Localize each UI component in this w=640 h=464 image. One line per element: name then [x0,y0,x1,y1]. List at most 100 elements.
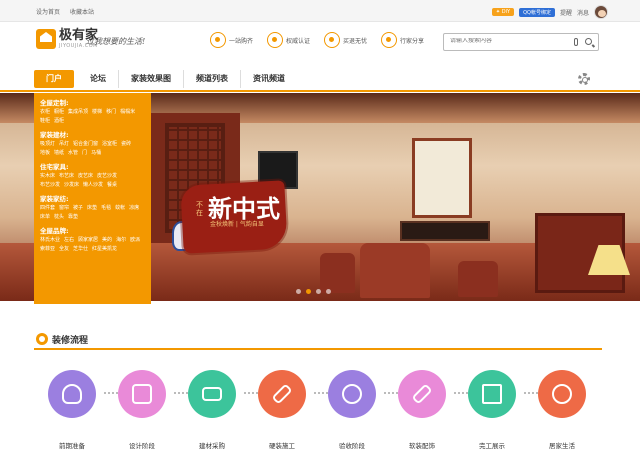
search-input[interactable] [450,38,570,44]
category-link[interactable]: 全友 [59,245,69,254]
qq-bind-button[interactable]: QQ帐号绑定 [519,7,555,17]
step-soft-decor[interactable]: 软装配饰 [394,370,450,450]
category-link[interactable]: 马桶 [91,149,101,158]
category-link[interactable]: 地板 [40,149,50,158]
step-design[interactable]: 设计阶段 [114,370,170,450]
category-link[interactable]: 林氏木业 [40,236,60,245]
category-link[interactable]: 瓷砖 [121,140,131,149]
category-link[interactable]: 门 [82,149,87,158]
feature-label: 一站购齐 [229,37,254,45]
nav-item-renderings[interactable]: 家装效果图 [119,70,184,88]
category-link[interactable]: 橱柜 [54,108,64,117]
category-link[interactable]: 窗帘 [59,204,69,213]
set-homepage-link[interactable]: 设为首页 [36,9,60,16]
category-title[interactable]: 全屋定制: [40,97,145,107]
feature-one-stop[interactable]: 一站购齐 [210,32,253,48]
category-link[interactable]: 榻榻米 [120,108,135,117]
search-icon[interactable] [585,38,592,45]
step-construction[interactable]: 硬装施工 [254,370,310,450]
nav-item-portal[interactable]: 门户 [34,70,74,88]
category-link[interactable]: 索菲亚 [40,245,55,254]
main-nav: 门户 论坛 家装效果图 频道列表 资讯频道 [0,66,640,92]
category-link[interactable]: 水管 [68,149,78,158]
category-link[interactable]: 被子 [73,204,83,213]
category-group: 住宅家具: 实木床 布艺床 皮艺床 皮艺沙发布艺沙发 沙发床 懒人沙发 餐桌 [40,161,145,190]
category-link[interactable]: 床单 [40,213,50,222]
step-label: 硬装施工 [269,442,295,450]
category-link[interactable]: 红星美凯龙 [92,245,117,254]
step-home-life[interactable]: 居家生活 [534,370,590,450]
category-link[interactable]: 懒人沙发 [83,181,103,190]
category-link[interactable]: 海尔 [116,236,126,245]
nav-items: 门户 论坛 家装效果图 频道列表 资讯频道 [34,70,297,88]
feature-worry-free[interactable]: 买退无忧 [324,32,367,48]
step-prep[interactable]: 前期准备 [44,370,100,450]
category-title[interactable]: 全屋品牌: [40,225,145,235]
category-link[interactable]: 布艺床 [59,172,74,181]
step-label: 验收阶段 [339,442,365,450]
category-link[interactable]: 移门 [106,108,116,117]
category-link[interactable]: 楼梯 [92,108,102,117]
process-section-header: 装修流程 [34,330,602,350]
microphone-icon[interactable] [574,38,578,46]
remind-link[interactable]: 提醒 [560,8,572,17]
avatar[interactable] [594,5,608,19]
bookmark-link[interactable]: 收藏本站 [70,9,94,16]
feature-certified[interactable]: 权威认证 [267,32,310,48]
site-header: 极有家 JIYOUJIA.COM 过我想要的生活! 一站购齐 权威认证 买退无忧… [0,22,640,66]
category-link[interactable]: 吸顶灯 [40,140,55,149]
category-title[interactable]: 家装建材: [40,129,145,139]
nav-item-channels[interactable]: 频道列表 [184,70,241,88]
category-link[interactable]: 凉席 [129,204,139,213]
category-link[interactable]: 靠垫 [68,213,78,222]
category-link[interactable]: 实木床 [40,172,55,181]
banner-table [400,221,490,241]
category-link[interactable]: 床垫 [87,204,97,213]
search-box [443,33,599,51]
category-link[interactable]: 衣柜 [40,108,50,117]
top-utility-bar: 设为首页 收藏本站 ✦ DIY QQ帐号绑定 提醒 消息 [0,0,640,22]
category-link[interactable]: 美的 [102,236,112,245]
category-link[interactable]: 欧派 [130,236,140,245]
carousel-dot[interactable] [326,289,331,294]
carousel-dot[interactable] [316,289,321,294]
category-link[interactable]: 铝合金门窗 [73,140,98,149]
category-link[interactable]: 蚊帐 [115,204,125,213]
category-link[interactable]: 皮艺床 [78,172,93,181]
diy-button[interactable]: ✦ DIY [491,8,515,16]
category-link[interactable]: 皮艺沙发 [97,172,117,181]
category-link[interactable]: 吊灯 [59,140,69,149]
category-title[interactable]: 住宅家具: [40,161,145,171]
nav-item-news[interactable]: 资讯频道 [241,70,297,88]
step-acceptance[interactable]: 验收阶段 [324,370,380,450]
step-materials[interactable]: 建材采购 [184,370,240,450]
gear-icon[interactable] [578,73,590,85]
category-panel: 全屋定制: 衣柜 橱柜 集成吊顶 楼梯 移门 榻榻米鞋柜 酒柜 家装建材: 吸顶灯 吊灯 铝合金… [34,93,151,304]
category-link[interactable]: 酒柜 [54,117,64,126]
step-completion[interactable]: 完工展示 [464,370,520,450]
nav-item-forum[interactable]: 论坛 [78,70,119,88]
category-link[interactable]: 沙发床 [64,181,79,190]
carousel-dots [296,289,331,294]
category-link[interactable]: 集成吊顶 [68,108,88,117]
category-link[interactable]: 浴室柜 [102,140,117,149]
category-link[interactable]: 鞋柜 [40,117,50,126]
messages-link[interactable]: 消息 [577,8,589,17]
step-label: 设计阶段 [129,442,155,450]
category-link[interactable]: 墙纸 [54,149,64,158]
category-link[interactable]: 芝华仕 [73,245,88,254]
category-link[interactable]: 餐桌 [107,181,117,190]
category-link[interactable]: 顾家家居 [78,236,98,245]
category-link[interactable]: 枕头 [54,213,64,222]
category-link[interactable]: 毛毯 [101,204,111,213]
category-link[interactable]: 左右 [64,236,74,245]
category-link[interactable]: 四件套 [40,204,55,213]
paint-roller-icon [398,370,446,418]
carousel-dot[interactable] [296,289,301,294]
design-icon [118,370,166,418]
carousel-dot-active[interactable] [306,289,311,294]
feature-expert-share[interactable]: 行家分享 [381,32,424,48]
category-link[interactable]: 布艺沙发 [40,181,60,190]
shield-icon [324,32,341,48]
category-title[interactable]: 家装家纺: [40,193,145,203]
